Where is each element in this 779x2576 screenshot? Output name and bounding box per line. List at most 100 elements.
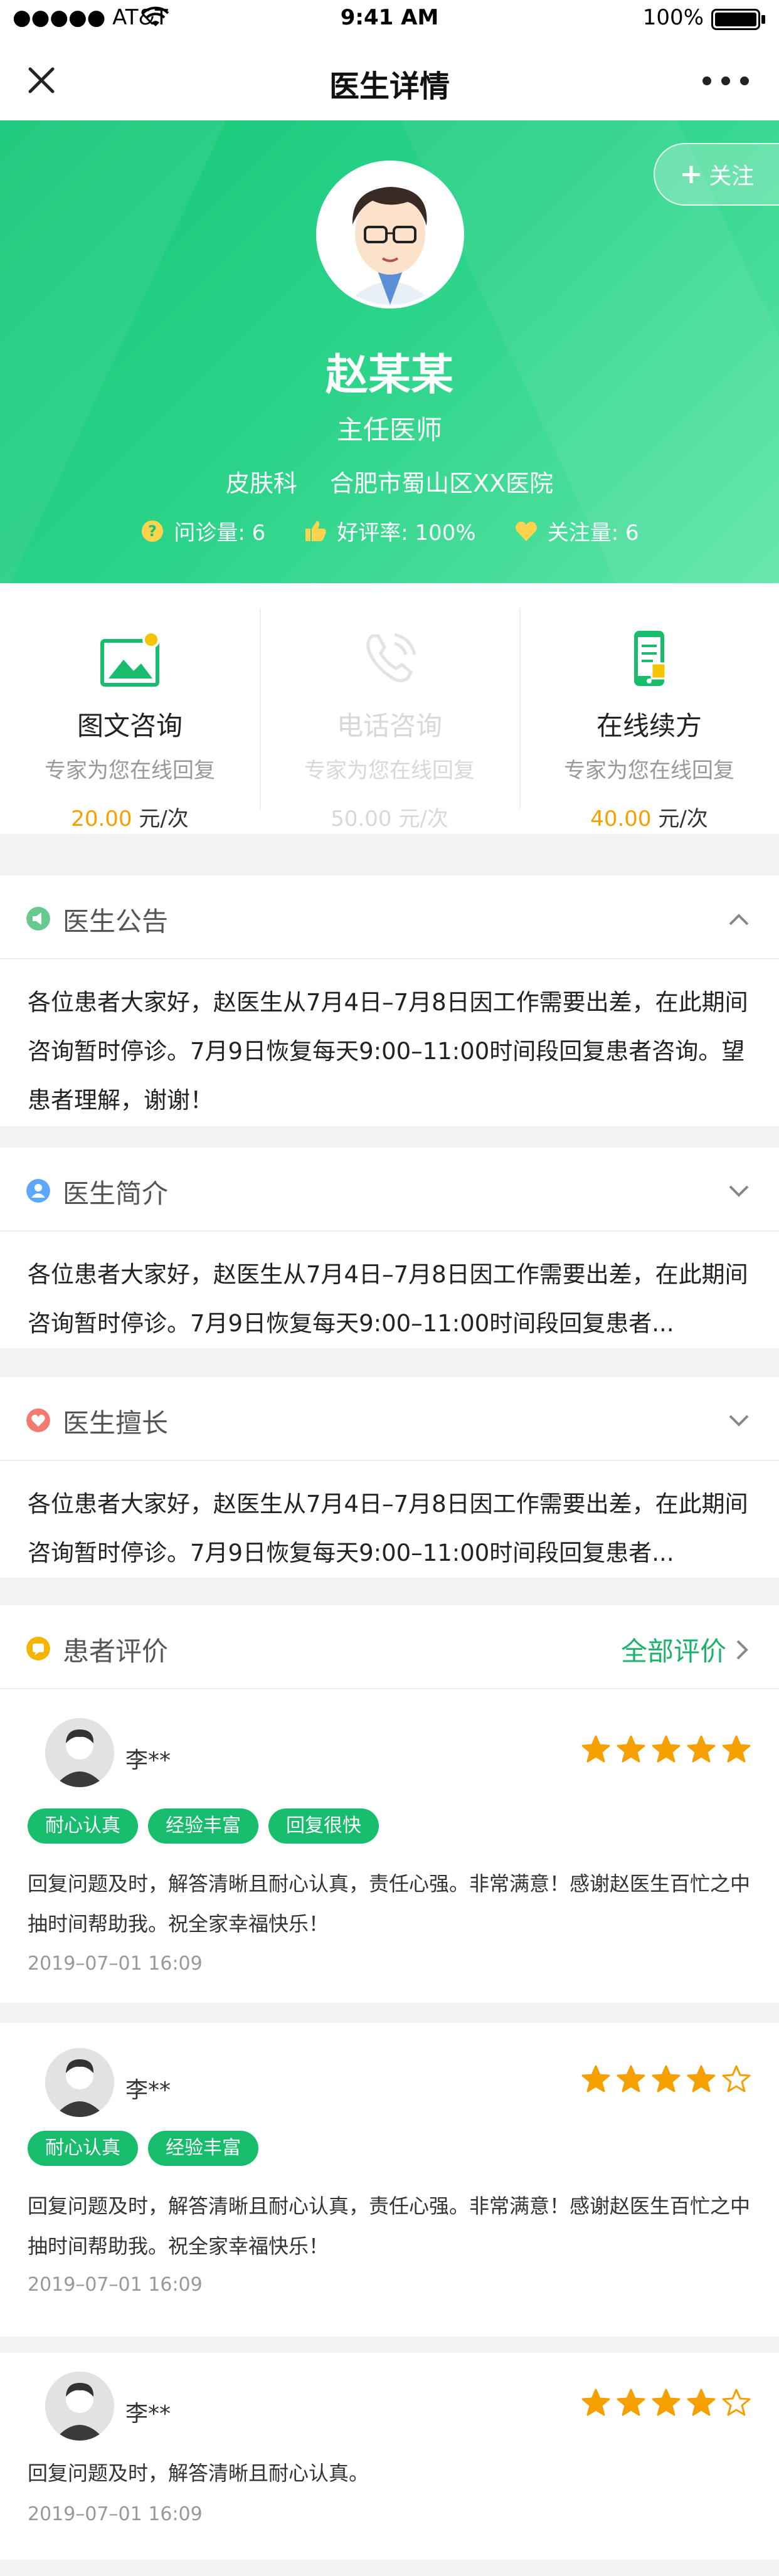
battery-icon	[711, 9, 760, 30]
service-name: 图文咨询	[77, 710, 183, 741]
review-tags: 耐心认真 经验丰富 回复很快	[28, 1808, 379, 1844]
service-desc: 专家为您在线回复	[564, 758, 734, 783]
star-filled-icon	[617, 1735, 645, 1763]
notice-text: 各位患者大家好，赵医生从7月4日–7月8日因工作需要出差，在此期间咨询暂时停诊。…	[28, 989, 748, 1114]
review-text: 回复问题及时，解答清晰且耐心认真，责任心强。非常满意！感谢赵医生百忙之中抽时间帮…	[28, 2194, 751, 2258]
review-card: 李** 耐心认真 经验丰富 回复很快 回复问题及时，解答清晰且耐心认真，责任心强…	[0, 1689, 779, 2003]
reviewer-avatar	[45, 1718, 114, 1787]
mobile-prescription-icon	[634, 631, 667, 686]
star-filled-icon	[652, 2065, 681, 2093]
reviewer-name: 李**	[125, 1748, 171, 1773]
all-reviews-link[interactable]: 全部评价	[621, 1630, 751, 1669]
service-name: 电话咨询	[336, 710, 442, 741]
section-intro: 医生简介 各位患者大家好，赵医生从7月4日–7月8日因工作需要出差，在此期间咨询…	[0, 1148, 779, 1348]
follow-button[interactable]: + 关注	[654, 143, 779, 206]
battery-percent: 100%	[642, 5, 704, 30]
star-filled-icon	[652, 2389, 681, 2416]
doctor-title: 主任医师	[336, 414, 442, 445]
stat-label: 关注量: 6	[547, 520, 639, 546]
service-options: 图文咨询 专家为您在线回复 20.00 元/次 电话咨询 专家为您在线回复 50…	[0, 583, 779, 834]
star-filled-icon	[687, 1735, 716, 1763]
thumbs-up-icon	[305, 520, 326, 541]
image-chat-icon	[100, 631, 160, 687]
user-silhouette-icon	[45, 2372, 114, 2441]
stat-label: 问诊量: 6	[174, 520, 266, 546]
star-empty-icon	[722, 2065, 751, 2093]
star-rating	[581, 1734, 751, 1765]
heart-badge-icon	[26, 1408, 50, 1432]
service-image-text-consult[interactable]: 图文咨询 专家为您在线回复 20.00 元/次	[0, 583, 260, 834]
more-icon[interactable]	[697, 65, 754, 97]
price-unit: 元/次	[398, 806, 448, 831]
star-rating	[581, 2388, 751, 2418]
svg-text:?: ?	[148, 522, 157, 540]
intro-text: 各位患者大家好，赵医生从7月4日–7月8日因工作需要出差，在此期间咨询暂时停诊。…	[28, 1261, 748, 1337]
section-expertise-header[interactable]: 医生擅长	[0, 1377, 779, 1461]
reviewer-avatar	[45, 2372, 114, 2441]
star-filled-icon	[617, 2389, 645, 2416]
review-time: 2019–07–01 16:09	[28, 1953, 203, 1975]
user-silhouette-icon	[45, 1718, 114, 1787]
service-price: 40.00 元/次	[519, 801, 779, 832]
phone-icon	[366, 633, 416, 682]
doctor-hospital: 合肥市蜀山区XX医院	[330, 470, 554, 497]
star-filled-icon	[652, 1735, 681, 1763]
user-silhouette-icon	[45, 2048, 114, 2117]
chevron-down-icon[interactable]	[726, 1179, 751, 1204]
doctor-name: 赵某某	[325, 351, 453, 400]
star-filled-icon	[722, 1735, 751, 1763]
section-title: 患者评价	[63, 1636, 169, 1667]
comment-icon	[26, 1637, 50, 1660]
stat-positive-rate: 好评率: 100%	[303, 515, 476, 546]
page-title: 医生详情	[329, 69, 450, 104]
star-filled-icon	[617, 2065, 645, 2093]
review-card: 李** 回复问题及时，解答清晰且耐心认真。 2019–07–01 16:09	[0, 2353, 779, 2560]
review-card: 李** 耐心认真 经验丰富 回复问题及时，解答清晰且耐心认真，责任心强。非常满意…	[0, 2023, 779, 2336]
doctor-avatar	[316, 161, 464, 309]
reviewer-avatar	[45, 2048, 114, 2117]
review-tag: 耐心认真	[28, 2131, 138, 2166]
review-tag: 耐心认真	[28, 1808, 138, 1844]
price-unit: 元/次	[658, 806, 708, 831]
service-name: 在线续方	[596, 710, 702, 741]
section-title: 医生擅长	[63, 1408, 169, 1438]
service-desc: 专家为您在线回复	[304, 758, 475, 783]
all-reviews-label: 全部评价	[620, 1636, 726, 1667]
service-prescription-renewal[interactable]: 在线续方 专家为您在线回复 40.00 元/次	[519, 583, 779, 834]
section-intro-header[interactable]: 医生简介	[0, 1148, 779, 1232]
plus-icon: +	[679, 158, 703, 190]
section-reviews: 患者评价 全部评价	[0, 1605, 779, 1689]
section-title: 医生简介	[63, 1178, 169, 1209]
price-value: 50.00	[331, 806, 392, 831]
stat-label: 好评率: 100%	[337, 520, 476, 546]
review-tag: 经验丰富	[148, 2131, 258, 2166]
star-empty-icon	[722, 2389, 751, 2416]
service-price: 20.00 元/次	[0, 801, 260, 832]
doctor-department: 皮肤科	[225, 470, 297, 497]
question-icon: ?	[142, 520, 164, 542]
price-value: 40.00	[590, 806, 652, 831]
user-icon	[26, 1179, 50, 1203]
service-desc: 专家为您在线回复	[45, 758, 215, 783]
review-text: 回复问题及时，解答清晰且耐心认真，责任心强。非常满意！感谢赵医生百忙之中抽时间帮…	[28, 1872, 751, 1936]
chevron-down-icon[interactable]	[726, 1408, 751, 1433]
expertise-text: 各位患者大家好，赵医生从7月4日–7月8日因工作需要出差，在此期间咨询暂时停诊。…	[28, 1491, 748, 1566]
review-time: 2019–07–01 16:09	[28, 2274, 203, 2296]
chevron-right-icon	[736, 1640, 748, 1659]
star-filled-icon	[581, 2065, 610, 2093]
star-filled-icon	[581, 1735, 610, 1763]
status-bar: ●●●●● AT&T 9:41 AM 100%	[0, 0, 779, 40]
doctor-avatar-image	[320, 164, 460, 305]
section-title: 医生公告	[63, 906, 169, 937]
review-time: 2019–07–01 16:09	[28, 2503, 203, 2525]
doctor-hero: + 关注 赵某某 主任医师 皮肤科 合肥市蜀山区XX医院 ? 问诊量: 6 好评…	[0, 120, 779, 583]
reviewer-name: 李**	[125, 2077, 171, 2103]
doctor-stats: ? 问诊量: 6 好评率: 100% 关注量: 6	[0, 515, 779, 546]
chevron-up-icon[interactable]	[726, 907, 751, 932]
section-notice-header[interactable]: 医生公告	[0, 875, 779, 959]
service-phone-consult[interactable]: 电话咨询 专家为您在线回复 50.00 元/次	[260, 583, 519, 834]
stat-consult-count: ? 问诊量: 6	[140, 515, 265, 546]
star-filled-icon	[687, 2389, 716, 2416]
price-value: 20.00	[71, 806, 132, 831]
review-text: 回复问题及时，解答清晰且耐心认真。	[28, 2461, 369, 2485]
